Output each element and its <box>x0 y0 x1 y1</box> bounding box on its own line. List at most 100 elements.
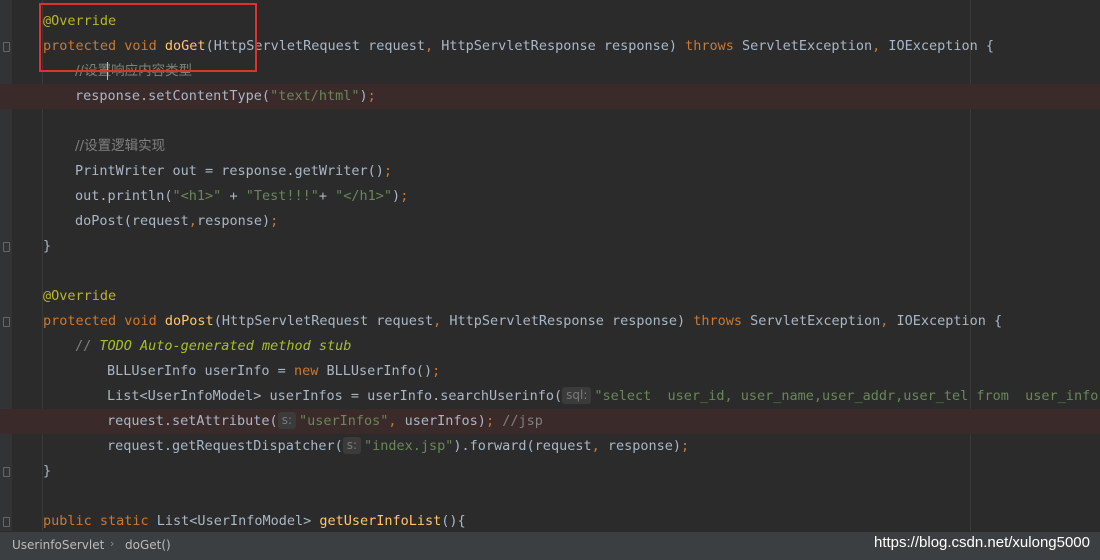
code-text: ).forward(request <box>453 438 592 454</box>
code-line[interactable]: out.println("<h1>" + "Test!!!"+ "</h1>")… <box>0 184 1100 209</box>
parameter-hint: s: <box>342 437 361 454</box>
code-line[interactable]: } <box>0 234 1100 259</box>
semicolon: ; <box>432 363 441 379</box>
highlight-box <box>39 3 257 72</box>
code-text: HttpServletResponse response) <box>449 313 694 329</box>
code-line[interactable]: PrintWriter out = response.getWriter(); <box>0 159 1100 184</box>
code-text: List<UserInfoModel> <box>156 513 320 529</box>
code-text: userInfos) <box>404 413 486 429</box>
code-text: ) <box>392 188 401 204</box>
code-text: ServletException <box>750 313 881 329</box>
comma: , <box>433 313 450 329</box>
code-line[interactable]: doPost(request,response); <box>0 209 1100 234</box>
code-text: request.getRequestDispatcher(s: "index.js… <box>107 434 689 459</box>
fold-marker-icon[interactable] <box>3 317 10 327</box>
code-text: ) <box>359 88 368 104</box>
todo-comment: // TODO Auto-generated method stub <box>75 334 351 359</box>
closing-brace: } <box>43 238 52 254</box>
code-text: response) <box>607 438 681 454</box>
fold-marker-icon[interactable] <box>3 467 10 477</box>
code-editor[interactable]: @Override protected void doGet(HttpServl… <box>0 0 1100 531</box>
comma: , <box>880 313 897 329</box>
string-literal: "text/html" <box>270 88 360 104</box>
code-line[interactable]: // TODO Auto-generated method stub <box>0 334 1100 359</box>
code-text: BLLUserInfo() <box>326 363 433 379</box>
string-literal: "Test!!!" <box>245 188 319 204</box>
annotation: @Override <box>43 288 117 304</box>
string-literal: "userInfos" <box>298 413 389 429</box>
method-signature: protected void doPost(HttpServletRequest… <box>43 309 1002 334</box>
code-text: out.println( <box>75 188 173 204</box>
keyword: throws <box>685 38 743 54</box>
code-text: (HttpServletRequest request <box>213 313 434 329</box>
code-text: IOException { <box>888 38 995 54</box>
string-literal: "</h1>" <box>335 188 393 204</box>
comma: , <box>425 38 442 54</box>
parameter-hint: sql: <box>562 387 592 404</box>
code-text: ServletException <box>742 38 873 54</box>
semicolon: ; <box>270 213 279 229</box>
code-text: doPost(request,response); <box>75 209 278 234</box>
comma: , <box>591 438 608 454</box>
code-text: + <box>221 188 246 204</box>
closing-brace: } <box>43 463 52 479</box>
code-line-highlighted[interactable]: request.setAttribute(s: "userInfos", user… <box>0 409 1100 434</box>
semicolon: ; <box>400 188 409 204</box>
code-line[interactable]: request.getRequestDispatcher(s: "index.js… <box>0 434 1100 459</box>
comma: , <box>872 38 889 54</box>
string-literal: "<h1>" <box>172 188 222 204</box>
semicolon: ; <box>383 163 392 179</box>
breadcrumb-class[interactable]: UserinfoServlet <box>12 538 104 552</box>
code-text: response.setContentType( <box>75 88 271 104</box>
comma: , <box>388 413 405 429</box>
keyword: public static <box>43 513 157 529</box>
comment: //jsp <box>502 413 543 429</box>
breadcrumb-bar: UserinfoServlet › doGet() https://blog.c… <box>0 531 1100 560</box>
watermark-text: https://blog.csdn.net/xulong5000 <box>874 534 1090 551</box>
code-text: (){ <box>441 513 466 529</box>
code-text: BLLUserInfo userInfo = <box>107 363 294 379</box>
code-text: HttpServletResponse response) <box>441 38 686 54</box>
semicolon: ; <box>485 413 503 429</box>
code-text: BLLUserInfo userInfo = new BLLUserInfo()… <box>107 359 440 384</box>
code-text: response.setContentType("text/html"); <box>75 84 376 109</box>
method-name: getUserInfoList <box>319 513 442 529</box>
code-line[interactable]: BLLUserInfo userInfo = new BLLUserInfo()… <box>0 359 1100 384</box>
code-text: request.getRequestDispatcher( <box>107 438 343 454</box>
code-line[interactable]: public static List<UserInfoModel> getUse… <box>0 509 1100 531</box>
code-text: PrintWriter out = response.getWriter() <box>75 163 384 179</box>
code-line-highlighted[interactable]: response.setContentType("text/html"); <box>0 84 1100 109</box>
keyword: throws <box>693 313 751 329</box>
comment: // <box>75 338 100 354</box>
string-literal: "select user_id, user_name,user_addr,use… <box>594 388 1100 404</box>
fold-marker-icon[interactable] <box>3 242 10 252</box>
code-text: response) <box>196 213 271 229</box>
code-text: PrintWriter out = response.getWriter(); <box>75 159 392 184</box>
code-line[interactable]: } <box>0 459 1100 484</box>
keyword: new <box>293 363 327 379</box>
code-line[interactable]: @Override <box>0 284 1100 309</box>
breadcrumb-method[interactable]: doGet() <box>125 538 171 552</box>
method-signature: public static List<UserInfoModel> getUse… <box>43 509 466 531</box>
comment: //设置逻辑实现 <box>75 138 166 154</box>
code-line[interactable]: List<UserInfoModel> userInfos = userInfo… <box>0 384 1100 409</box>
code-text: request.setAttribute(s: "userInfos", user… <box>107 409 543 434</box>
keyword: protected void <box>43 313 165 329</box>
code-text: doPost(request <box>75 213 189 229</box>
code-text: out.println("<h1>" + "Test!!!"+ "</h1>")… <box>75 184 408 209</box>
parameter-hint: s: <box>277 412 296 429</box>
todo-text: TODO Auto-generated method stub <box>99 338 352 354</box>
method-name: doPost <box>164 313 214 329</box>
code-text: IOException { <box>896 313 1003 329</box>
semicolon: ; <box>681 438 690 454</box>
code-text: + <box>318 188 336 204</box>
fold-marker-icon[interactable] <box>3 42 10 52</box>
string-literal: "index.jsp" <box>364 438 454 454</box>
comma: , <box>188 213 197 229</box>
code-line[interactable]: protected void doPost(HttpServletRequest… <box>0 309 1100 334</box>
code-line[interactable]: //设置逻辑实现 <box>0 134 1100 159</box>
chevron-right-icon: › <box>110 537 115 550</box>
semicolon: ; <box>367 88 376 104</box>
fold-marker-icon[interactable] <box>3 517 10 527</box>
code-text: List<UserInfoModel> userInfos = userInfo… <box>107 384 1100 409</box>
